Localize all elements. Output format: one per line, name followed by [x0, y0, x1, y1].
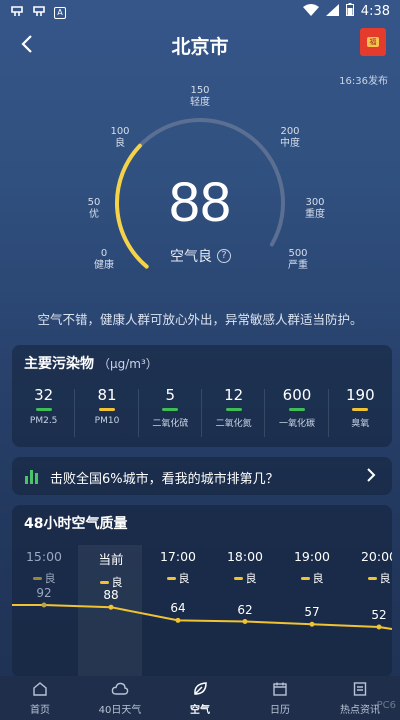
pollutant-value: 81 — [97, 386, 117, 404]
city-ranking-banner[interactable]: 击败全国6%城市，看我的城市排第几？ — [12, 457, 392, 495]
pollutant-item[interactable]: 12 二氧化氮 — [202, 385, 266, 437]
pollutant-value: 32 — [34, 386, 54, 404]
pollutant-card-title: 主要污染物 （μg/m³） — [24, 353, 158, 373]
bottom-tab-bar: 首页 40日天气 空气 日历 热点资讯 — [0, 676, 400, 720]
tab-label: 40日天气 — [98, 705, 142, 716]
aqi-level-text: 空气良 — [170, 249, 212, 265]
tab-news[interactable]: 热点资讯 — [320, 676, 400, 720]
tab-label: 热点资讯 — [340, 705, 380, 716]
gauge-scale-name: 轻度 — [190, 97, 210, 108]
pollutant-item[interactable]: 81 PM10 — [75, 385, 139, 437]
aqi-level: 空气良 ? — [170, 246, 231, 266]
hourly-aqi-card[interactable]: 48小时空气质量 15:00 良当前 良 17:00 良 18:00 良 19:00 … — [12, 505, 392, 677]
gauge-scale-name: 良 — [115, 138, 125, 149]
gauge-scale-label: 500 严重 — [278, 248, 318, 272]
pollutant-name: PM10 — [94, 416, 120, 426]
pollutant-level-bar — [98, 408, 115, 411]
hour-aqi-label: 52 — [371, 608, 387, 622]
pollutant-level-bar — [35, 408, 52, 411]
gauge-scale-value: 150 — [190, 85, 210, 96]
gauge-scale-label: 100 良 — [100, 126, 140, 150]
gauge-scale-value: 200 — [280, 126, 300, 137]
health-advice: 空气不错，健康人群可放心外出，异常敏感人群适当防护。 — [37, 312, 363, 327]
pollutant-unit: （μg/m³） — [98, 357, 158, 371]
tab-home[interactable]: 首页 — [0, 676, 80, 720]
pollutant-item[interactable]: 32 PM2.5 — [12, 385, 76, 437]
tab-calendar[interactable]: 日历 — [240, 676, 320, 720]
status-bar: A 4:38 — [0, 0, 400, 24]
app-notification-icon — [10, 4, 24, 21]
pollutant-value: 5 — [165, 386, 176, 404]
pollutant-value: 190 — [345, 386, 375, 404]
gauge-scale-label: 150 轻度 — [180, 85, 220, 109]
hourly-point — [376, 624, 382, 630]
pollutant-name: PM2.5 — [29, 416, 58, 426]
pollutant-item[interactable]: 5 二氧化硫 — [139, 385, 203, 437]
home-icon — [0, 681, 80, 701]
pollutant-name: 一氧化碳 — [278, 419, 315, 429]
watermark-logo: PC6 — [376, 700, 396, 711]
bar-chart-icon — [24, 468, 40, 484]
cloud-icon — [80, 681, 160, 701]
hour-aqi-label: 64 — [170, 601, 186, 616]
pollutant-name: 臭氧 — [351, 419, 370, 429]
hourly-point — [108, 604, 114, 610]
ranking-text: 击败全国6%城市，看我的城市排第几？ — [50, 472, 279, 487]
hourly-point — [175, 617, 181, 623]
hourly-point — [41, 602, 47, 608]
pollutant-name: 二氧化氮 — [215, 419, 252, 429]
pollutant-level-bar — [288, 408, 305, 411]
pollutant-level-bar — [225, 408, 242, 411]
battery-icon — [345, 3, 354, 19]
hourly-aqi-line — [12, 602, 392, 630]
pollutant-item[interactable]: 600 一氧化碳 — [265, 385, 329, 437]
hour-aqi-label: 62 — [237, 602, 253, 617]
gauge-scale-label: 0 健康 — [84, 248, 124, 272]
tab-cloud[interactable]: 40日天气 — [80, 676, 160, 720]
pollutant-level-bar — [352, 408, 369, 411]
tab-label: 空气 — [190, 705, 210, 716]
hourly-point — [309, 621, 315, 627]
pollutant-name: 二氧化硫 — [152, 419, 189, 429]
news-icon — [320, 681, 400, 701]
tab-label: 日历 — [270, 705, 290, 716]
page-title: 北京市 — [171, 36, 229, 58]
aqi-value: 88 — [168, 170, 232, 233]
red-envelope-icon: 福 — [367, 37, 379, 47]
hourly-point — [242, 619, 248, 624]
pollutant-list: 32 PM2.5 81 PM10 5 二氧化硫 12 二氧化氮 600 一氧化碳 190 … — [12, 385, 392, 437]
gauge-scale-value: 500 — [288, 248, 308, 259]
pollutant-card[interactable]: 主要污染物 （μg/m³） 32 PM2.5 81 PM10 5 二氧化硫 12 二氧化… — [12, 345, 392, 447]
gauge-scale-name: 严重 — [288, 260, 308, 271]
pollutant-level-bar — [162, 408, 179, 411]
tab-label: 首页 — [30, 705, 50, 716]
calendar-icon — [240, 681, 320, 701]
app-notification-icon — [32, 4, 46, 21]
header: 北京市 福 — [0, 28, 400, 60]
pollutant-value: 600 — [282, 386, 312, 404]
gauge-scale-name: 中度 — [280, 138, 300, 149]
pollutant-item[interactable]: 190 臭氧 — [329, 385, 392, 429]
gauge-scale-value: 0 — [100, 248, 108, 259]
status-time: 4:38 — [360, 3, 390, 19]
pollutant-value: 12 — [224, 386, 244, 404]
help-icon[interactable]: ? — [217, 249, 231, 263]
hour-aqi-label: 57 — [304, 605, 320, 620]
red-envelope-button[interactable]: 福 — [360, 28, 386, 56]
a-notification-icon: A — [54, 6, 66, 19]
gauge-scale-name: 健康 — [94, 260, 114, 271]
wifi-icon — [302, 3, 319, 19]
pollutant-title-text: 主要污染物 — [24, 356, 94, 372]
signal-icon — [325, 3, 339, 19]
gauge-scale-label: 200 中度 — [270, 126, 310, 150]
gauge-scale-value: 100 — [110, 126, 130, 137]
hour-aqi-label: 88 — [103, 588, 119, 603]
tab-leaf[interactable]: 空气 — [160, 676, 240, 720]
aqi-gauge: 0 健康 50 优 100 良 150 轻度 200 中度 300 重度 500 严重 88 空气良 ? — [0, 80, 400, 290]
chevron-right-icon — [364, 464, 378, 491]
hourly-line-path — [12, 604, 392, 630]
leaf-icon — [160, 681, 240, 701]
hour-aqi-label: 92 — [36, 586, 52, 600]
